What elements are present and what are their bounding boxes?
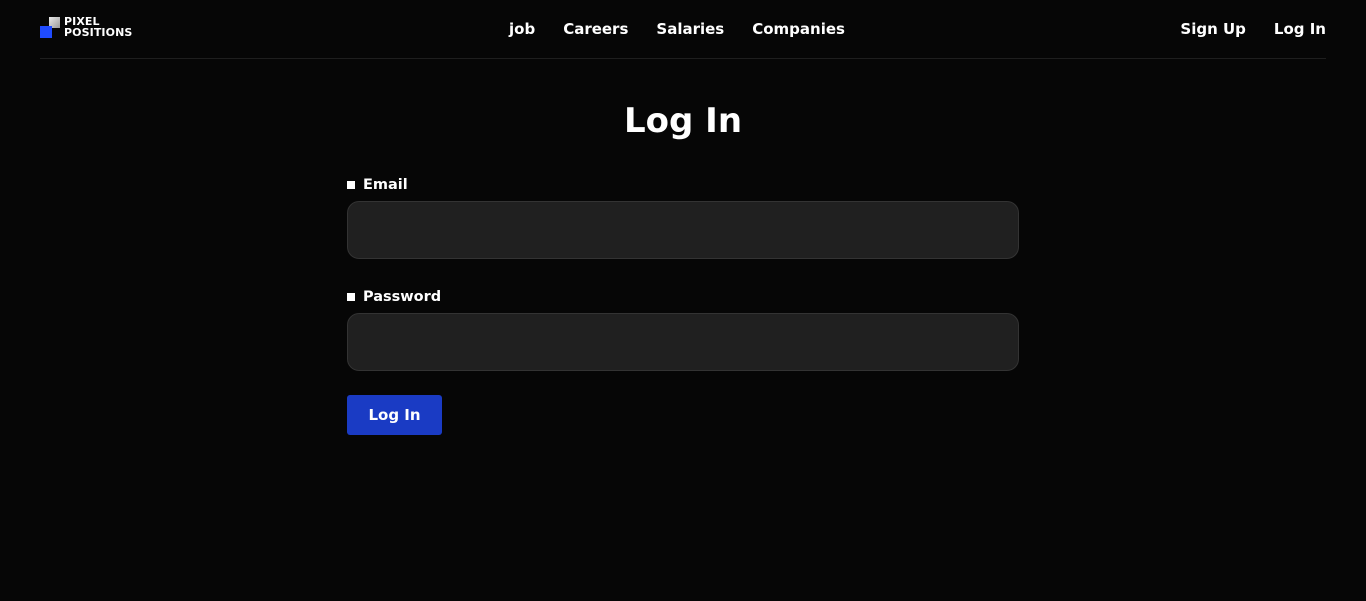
nav-link-job[interactable]: job xyxy=(509,18,535,40)
square-bullet-icon xyxy=(347,293,355,301)
email-label: Email xyxy=(363,177,408,193)
sign-up-link[interactable]: Sign Up xyxy=(1180,18,1246,40)
brand-logo[interactable]: PIXEL POSITIONS xyxy=(40,16,134,40)
login-form: Email Password Log In xyxy=(347,172,1019,435)
password-field-group: Password xyxy=(347,284,1019,371)
nav-link-salaries[interactable]: Salaries xyxy=(656,18,724,40)
auth-nav: Sign Up Log In xyxy=(1180,18,1326,40)
password-label: Password xyxy=(363,289,442,305)
nav-link-companies[interactable]: Companies xyxy=(752,18,845,40)
email-input[interactable] xyxy=(347,201,1019,259)
pixel-positions-logo-icon xyxy=(40,16,62,38)
nav-link-careers[interactable]: Careers xyxy=(563,18,628,40)
email-field-group: Email xyxy=(347,172,1019,259)
main-nav: job Careers Salaries Companies xyxy=(509,18,845,40)
log-in-link[interactable]: Log In xyxy=(1274,18,1326,40)
log-in-button[interactable]: Log In xyxy=(347,395,442,435)
site-header: PIXEL POSITIONS job Careers Salaries Com… xyxy=(40,0,1326,59)
password-input[interactable] xyxy=(347,313,1019,371)
email-label-row: Email xyxy=(347,172,1019,198)
brand-name: PIXEL POSITIONS xyxy=(64,16,132,38)
brand-name-line-2: POSITIONS xyxy=(64,26,133,39)
square-bullet-icon xyxy=(347,181,355,189)
password-label-row: Password xyxy=(347,284,1019,310)
page-title: Log In xyxy=(623,101,743,141)
